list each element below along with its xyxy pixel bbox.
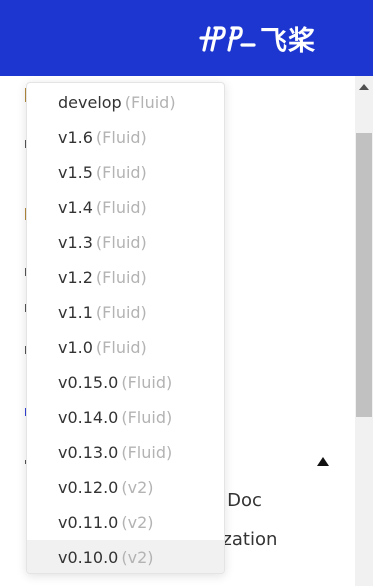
version-dropdown-menu: develop (Fluid) v1.6 (Fluid) v1.5 (Fluid) v…	[26, 82, 225, 574]
version-number: v0.15.0	[58, 373, 119, 392]
version-number: v1.1	[58, 303, 93, 322]
version-number: v1.5	[58, 163, 93, 182]
version-option[interactable]: v1.5 (Fluid)	[27, 155, 224, 190]
version-tag: (Fluid)	[95, 338, 147, 357]
version-tag: (Fluid)	[124, 93, 176, 112]
version-number: v1.3	[58, 233, 93, 252]
version-tag: (Fluid)	[95, 303, 147, 322]
version-option[interactable]: develop (Fluid)	[27, 85, 224, 120]
version-option[interactable]: v0.12.0 (v2)	[27, 470, 224, 505]
version-tag: (v2)	[121, 478, 154, 497]
version-number: v0.14.0	[58, 408, 119, 427]
version-tag: (Fluid)	[95, 233, 147, 252]
collapse-caret-icon[interactable]	[317, 457, 329, 466]
version-tag: (Fluid)	[95, 198, 147, 217]
version-tag: (Fluid)	[95, 128, 147, 147]
version-option[interactable]: v1.3 (Fluid)	[27, 225, 224, 260]
scrollbar-thumb[interactable]	[356, 133, 372, 417]
version-tag: (Fluid)	[121, 373, 173, 392]
version-option[interactable]: v1.2 (Fluid)	[27, 260, 224, 295]
version-option[interactable]: v0.15.0 (Fluid)	[27, 365, 224, 400]
version-number: v0.10.0	[58, 548, 119, 567]
scroll-up-arrow-icon[interactable]	[359, 84, 369, 90]
brand-text: 飞桨	[260, 25, 316, 57]
version-option[interactable]: v1.1 (Fluid)	[27, 295, 224, 330]
version-tag: (Fluid)	[95, 163, 147, 182]
version-number: v1.4	[58, 198, 93, 217]
site-header: 飞桨	[0, 0, 373, 76]
version-tag: (v2)	[121, 513, 154, 532]
version-option[interactable]: v1.0 (Fluid)	[27, 330, 224, 365]
version-number: develop	[58, 93, 122, 112]
version-tag: (Fluid)	[95, 268, 147, 287]
paddlepaddle-logo-icon	[199, 26, 256, 52]
version-option[interactable]: v0.11.0 (v2)	[27, 505, 224, 540]
version-option[interactable]: v1.4 (Fluid)	[27, 190, 224, 225]
version-option[interactable]: v1.6 (Fluid)	[27, 120, 224, 155]
version-number: v0.13.0	[58, 443, 119, 462]
version-tag: (Fluid)	[121, 443, 173, 462]
version-tag: (Fluid)	[121, 408, 173, 427]
version-option[interactable]: v0.13.0 (Fluid)	[27, 435, 224, 470]
page-scrollbar[interactable]	[355, 76, 373, 586]
version-number: v1.0	[58, 338, 93, 357]
version-number: v0.12.0	[58, 478, 119, 497]
version-number: v1.2	[58, 268, 93, 287]
version-number: v1.6	[58, 128, 93, 147]
version-option[interactable]: v0.14.0 (Fluid)	[27, 400, 224, 435]
version-tag: (v2)	[121, 548, 154, 567]
brand-logo[interactable]: 飞桨	[198, 18, 324, 58]
version-option[interactable]: v0.10.0 (v2)	[27, 540, 224, 573]
version-number: v0.11.0	[58, 513, 119, 532]
